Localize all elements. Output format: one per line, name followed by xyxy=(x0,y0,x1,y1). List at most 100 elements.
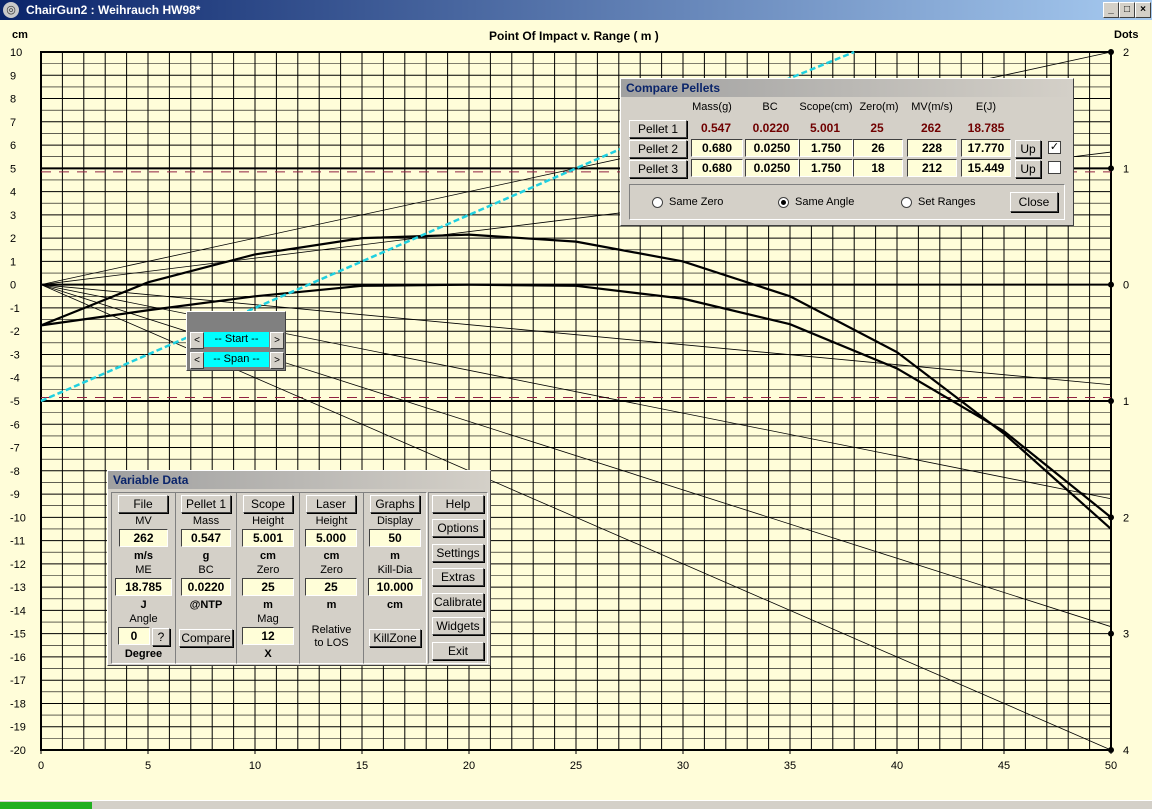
zero-mode-group: Same Zero Same Angle Set Ranges Close xyxy=(629,184,1065,220)
same-angle-label[interactable]: Same Angle xyxy=(795,196,854,208)
x-tick-label: 15 xyxy=(356,760,368,772)
pellet-3-mass[interactable]: 0.680 xyxy=(691,159,743,177)
span-left-arrow[interactable]: < xyxy=(190,352,204,369)
exit-button[interactable]: Exit xyxy=(432,642,484,660)
pellet-1-button[interactable]: Pellet 1 xyxy=(629,120,687,138)
x-tick-label: 45 xyxy=(998,760,1010,772)
angle-unit: Degree xyxy=(124,648,163,660)
pellet-button[interactable]: Pellet 1 xyxy=(181,495,231,513)
pellet-3-button[interactable]: Pellet 3 xyxy=(629,160,687,178)
help-button[interactable]: Help xyxy=(432,495,484,513)
y-tick-label: -5 xyxy=(10,396,20,408)
killdia-field[interactable]: 10.000 xyxy=(368,578,422,596)
span-slider[interactable]: -- Span -- xyxy=(204,352,269,367)
pellet-3-zero[interactable]: 18 xyxy=(853,159,903,177)
graphs-button[interactable]: Graphs xyxy=(370,495,420,513)
pellet-3-up-button[interactable]: Up xyxy=(1015,160,1041,178)
pellet-2-mv[interactable]: 228 xyxy=(907,139,957,157)
pellet-1-scope: 5.001 xyxy=(809,121,841,135)
compare-button[interactable]: Compare xyxy=(179,629,233,647)
dots-tick-label: 4 xyxy=(1123,745,1129,757)
laser-height-field[interactable]: 5.000 xyxy=(305,529,357,547)
muzzle-group: File MV 262 m/s ME 18.785 J Angle 0 ? De… xyxy=(111,492,176,664)
pellet-2-zero[interactable]: 26 xyxy=(853,139,903,157)
same-zero-label[interactable]: Same Zero xyxy=(669,196,723,208)
y-tick-label: 6 xyxy=(10,140,16,152)
start-right-arrow[interactable]: > xyxy=(270,332,284,349)
pellet-3-scope[interactable]: 1.750 xyxy=(799,159,853,177)
pellet-3-checkbox[interactable] xyxy=(1048,161,1061,174)
y-tick-label: -9 xyxy=(10,489,20,501)
pellet-3-mv[interactable]: 212 xyxy=(907,159,957,177)
scope-height-field[interactable]: 5.001 xyxy=(242,529,294,547)
y-tick-label: -19 xyxy=(10,722,26,734)
pellet-1-mv: 262 xyxy=(920,121,942,135)
variable-data-panel: Variable Data File MV 262 m/s ME 18.785 … xyxy=(107,470,491,666)
set-ranges-label[interactable]: Set Ranges xyxy=(918,196,975,208)
pellet-2-bc[interactable]: 0.0250 xyxy=(745,139,799,157)
laser-button[interactable]: Laser xyxy=(306,495,356,513)
pellet-3-bc[interactable]: 0.0250 xyxy=(745,159,799,177)
dots-marker xyxy=(1108,281,1114,288)
start-slider[interactable]: -- Start -- xyxy=(204,332,269,347)
pellet-2-up-button[interactable]: Up xyxy=(1015,140,1041,158)
dots-marker xyxy=(1108,398,1114,404)
pellet-1-mass: 0.547 xyxy=(700,121,732,135)
start-left-arrow[interactable]: < xyxy=(190,332,204,349)
me-field[interactable]: 18.785 xyxy=(115,578,172,596)
y-tick-label: -20 xyxy=(10,745,26,757)
laser-zero-label: Zero xyxy=(320,564,343,576)
y-tick-label: 4 xyxy=(10,187,16,199)
scope-group: Scope Height 5.001 cm Zero 25 m Mag 12 X xyxy=(236,492,300,664)
y-tick-label: -14 xyxy=(10,605,26,617)
pellet-2-button[interactable]: Pellet 2 xyxy=(629,140,687,158)
me-label: ME xyxy=(135,564,152,576)
y-tick-label: -2 xyxy=(10,326,20,338)
same-zero-radio[interactable] xyxy=(652,197,663,208)
y-tick-label: -1 xyxy=(10,303,20,315)
mass-field[interactable]: 0.547 xyxy=(181,529,231,547)
header-mass: Mass(g) xyxy=(692,101,732,113)
to-los-label: to LOS xyxy=(314,637,349,649)
laser-group: Laser Height 5.000 cm Zero 25 m Relative… xyxy=(299,492,364,664)
mv-unit: m/s xyxy=(134,550,153,562)
angle-help-button[interactable]: ? xyxy=(152,628,170,646)
pellet-2-checkbox[interactable]: ✓ xyxy=(1048,141,1061,154)
y-tick-label: -13 xyxy=(10,582,26,594)
settings-button[interactable]: Settings xyxy=(432,544,484,562)
dots-tick-label: 1 xyxy=(1123,163,1129,175)
scope-button[interactable]: Scope xyxy=(243,495,293,513)
mv-field[interactable]: 262 xyxy=(119,529,168,547)
extras-button[interactable]: Extras xyxy=(432,568,484,586)
calibrate-button[interactable]: Calibrate xyxy=(432,593,484,611)
pellet-2-scope[interactable]: 1.750 xyxy=(799,139,853,157)
pellet-2-mass[interactable]: 0.680 xyxy=(691,139,743,157)
bc-field[interactable]: 0.0220 xyxy=(181,578,231,596)
y-tick-label: 5 xyxy=(10,163,16,175)
x-tick-label: 5 xyxy=(145,760,151,772)
same-angle-radio[interactable] xyxy=(778,197,789,208)
killdia-label: Kill-Dia xyxy=(377,564,413,576)
scope-zero-field[interactable]: 25 xyxy=(242,578,294,596)
y-tick-label: -18 xyxy=(10,698,26,710)
start-span-widget[interactable]: < -- Start -- > < -- Span -- > xyxy=(186,311,286,371)
file-button[interactable]: File xyxy=(118,495,168,513)
close-compare-button[interactable]: Close xyxy=(1010,192,1058,212)
mv-label: MV xyxy=(135,515,152,527)
angle-field[interactable]: 0 xyxy=(118,627,150,645)
killzone-button[interactable]: KillZone xyxy=(369,629,421,647)
laser-zero-field[interactable]: 25 xyxy=(305,578,357,596)
header-bc: BC xyxy=(762,101,778,113)
display-field[interactable]: 50 xyxy=(369,529,421,547)
compare-pellets-title: Compare Pellets xyxy=(621,79,1073,97)
pellet-1-bc: 0.0220 xyxy=(752,121,790,135)
y-tick-label: -4 xyxy=(10,373,20,385)
options-button[interactable]: Options xyxy=(432,519,484,537)
y-tick-label: -6 xyxy=(10,419,20,431)
mag-field[interactable]: 12 xyxy=(242,627,294,645)
y-tick-label: 8 xyxy=(10,94,16,106)
span-right-arrow[interactable]: > xyxy=(270,352,284,369)
widgets-button[interactable]: Widgets xyxy=(432,617,484,635)
set-ranges-radio[interactable] xyxy=(901,197,912,208)
killdia-unit: cm xyxy=(387,599,403,611)
